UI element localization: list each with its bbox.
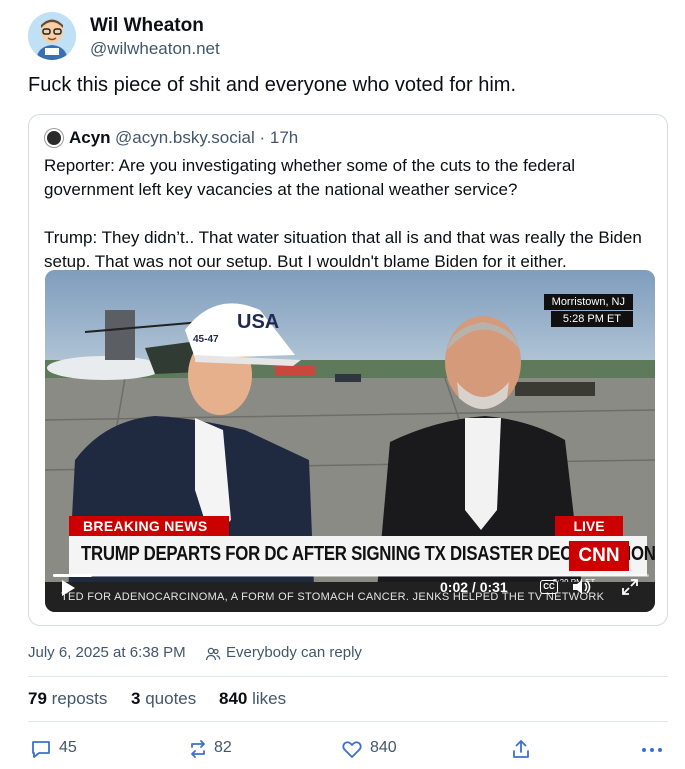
stat-quotes[interactable]: 3 quotes [131, 689, 196, 709]
reply-button[interactable]: 45 [30, 738, 90, 760]
ticker-text: TED FOR ADENOCARCINOMA, A FORM OF STOMAC… [61, 591, 605, 603]
author-handle[interactable]: @wilwheaton.net [90, 39, 220, 59]
play-icon[interactable] [59, 579, 77, 597]
quoted-post-text: Reporter: Are you investigating whether … [44, 156, 642, 271]
captions-icon[interactable]: CC [540, 580, 558, 594]
quoted-author-avatar[interactable] [45, 129, 63, 147]
quoted-author-name[interactable]: Acyn [69, 128, 111, 148]
network-logo: CNN [569, 541, 629, 571]
volume-icon[interactable] [571, 578, 593, 596]
author-name[interactable]: Wil Wheaton [90, 15, 204, 37]
post-header: Wil Wheaton @wilwheaton.net [28, 12, 658, 60]
likes-label: likes [252, 689, 287, 708]
video-progress-fill [53, 574, 92, 577]
live-label: LIVE [555, 516, 623, 536]
post-timestamp[interactable]: July 6, 2025 at 6:38 PM [28, 644, 186, 661]
repost-count: 82 [214, 739, 232, 756]
fullscreen-icon[interactable] [621, 578, 639, 596]
reposts-label: reposts [51, 689, 108, 708]
like-count: 840 [370, 739, 397, 756]
local-time-caption: 5:28 PM ET [550, 311, 633, 327]
reposts-count: 79 [28, 689, 47, 708]
author-avatar[interactable] [28, 12, 76, 60]
chyron: TRUMP DEPARTS FOR DC AFTER SIGNING TX DI… [69, 536, 655, 576]
heart-icon [342, 741, 362, 758]
repost-button[interactable]: 82 [187, 738, 247, 760]
video-player[interactable]: USA 45-47 Morristown, NJ 5:28 PM ET BREA… [45, 270, 655, 612]
post-text: Fuck this piece of shit and everyone who… [28, 74, 517, 96]
ellipsis-icon [642, 748, 662, 752]
repost-icon [191, 740, 205, 758]
reply-count: 45 [59, 739, 77, 756]
stat-likes[interactable]: 840 likes [219, 689, 286, 709]
reply-setting[interactable]: Everybody can reply [226, 644, 362, 661]
share-icon [513, 740, 529, 758]
hat-side-text: 45-47 [193, 334, 219, 345]
hat-text: USA [237, 311, 279, 333]
likes-count: 840 [219, 689, 248, 708]
breaking-news-label: BREAKING NEWS [69, 516, 229, 536]
divider-bottom [28, 721, 668, 722]
quoted-author-handle[interactable]: @acyn.bsky.social · 17h [115, 128, 298, 148]
video-time: 0:02 / 0:31 [440, 579, 508, 595]
reply-icon [32, 741, 50, 758]
more-options-button[interactable] [640, 738, 664, 760]
location-caption: Morristown, NJ [543, 294, 633, 310]
quoted-post[interactable]: Acyn @acyn.bsky.social · 17h Reporter: A… [28, 114, 668, 626]
quotes-label: quotes [145, 689, 197, 708]
stat-reposts[interactable]: 79 reposts [28, 689, 107, 709]
quotes-count: 3 [131, 689, 141, 708]
video-progress-bar[interactable] [53, 574, 649, 577]
divider-top [28, 676, 668, 677]
people-icon [205, 647, 221, 661]
share-button[interactable] [510, 738, 532, 760]
like-button[interactable]: 840 [341, 738, 411, 760]
news-ticker: TED FOR ADENOCARCINOMA, A FORM OF STOMAC… [45, 582, 655, 612]
